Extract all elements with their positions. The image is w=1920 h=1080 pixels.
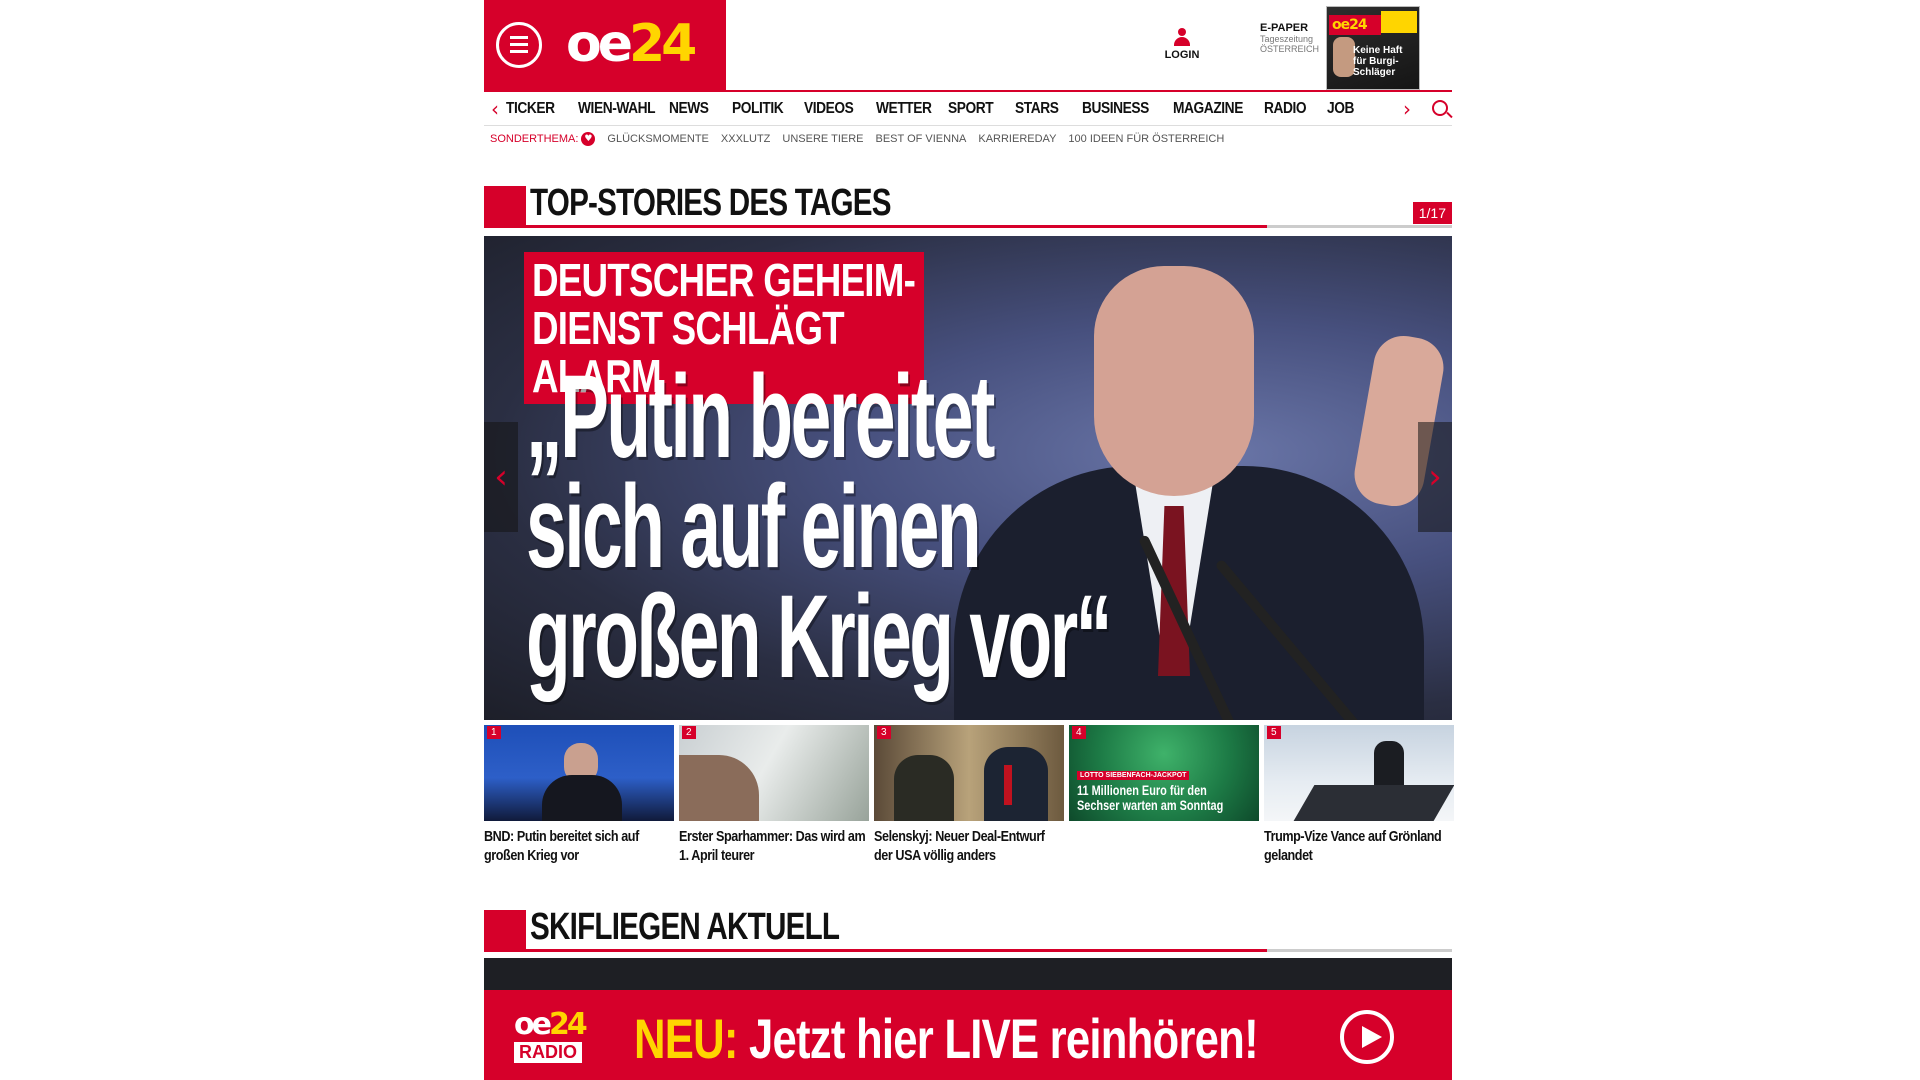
chevron-left-icon[interactable]: ‹ [484, 97, 506, 121]
subnav-item[interactable]: UNSERE TIERE [782, 133, 863, 145]
section-header-skifliegen: SKIFLIEGEN AKTUELL [484, 906, 1452, 952]
nav-item-business[interactable]: BUSINESS [1082, 100, 1161, 118]
teaser-caption: Trump-Vize Vance auf Grönland gelandet [1264, 828, 1442, 864]
teaser-item[interactable]: 1 BND: Putin bereitet sich auf großen Kr… [484, 725, 674, 865]
subnav-item[interactable]: XXXLUTZ [721, 133, 771, 145]
heart-icon: ♥ [581, 132, 596, 146]
section-rule [526, 949, 1452, 952]
section-title: TOP-STORIES DES TAGES [530, 182, 892, 224]
teaser-image: LOTTO SIEBENFACH-JACKPOT 11 Millionen Eu… [1069, 725, 1259, 821]
nav-item-videos[interactable]: VIDEOS [804, 100, 867, 118]
teaser-photo-stairs [1293, 785, 1454, 821]
nav-item-news[interactable]: NEWS [669, 100, 724, 118]
hero-story[interactable]: DEUTSCHER GEHEIM-DIENST SCHLÄGT ALARM „P… [484, 236, 1452, 720]
nav-item-job[interactable]: JOB [1327, 100, 1382, 118]
section-title: SKIFLIEGEN AKTUELL [530, 906, 840, 948]
login-button[interactable]: LOGIN [1162, 28, 1202, 61]
nav-item-wetter[interactable]: WETTER [876, 100, 939, 118]
login-label: LOGIN [1164, 49, 1200, 61]
teaser-item[interactable]: LOTTO SIEBENFACH-JACKPOT 11 Millionen Eu… [1069, 725, 1259, 865]
section-rule [526, 225, 1452, 228]
radio-logo: oe24 RADIO [514, 1007, 588, 1063]
content-column: oe24 LOGIN E-PAPER Tageszeitung ÖSTERREI… [484, 0, 1454, 998]
epaper-subtitle: Tageszeitung [1260, 34, 1314, 44]
teaser-image: 3 [874, 725, 1064, 821]
teaser-photo-body [542, 775, 622, 821]
sub-nav: SONDERTHEMA: ♥ GLÜCKSMOMENTE XXXLUTZ UNSE… [484, 126, 1452, 152]
nav-item-ticker[interactable]: TICKER [506, 100, 569, 118]
epaper-title: E-PAPER [1260, 22, 1309, 34]
section-marker [484, 910, 526, 952]
site-logo[interactable]: oe24 [566, 14, 697, 74]
subnav-item[interactable]: BEST OF VIENNA [876, 133, 967, 145]
cover-headline: Keine Haft für Burgi-Schläger [1353, 45, 1403, 78]
epaper-subtitle-2: ÖSTERREICH [1260, 44, 1320, 54]
teaser-caption: Selenskyj: Neuer Deal-Entwurf der USA vö… [874, 828, 1045, 864]
nav-item-sport[interactable]: SPORT [948, 100, 1006, 118]
main-nav: ‹ TICKER WIEN-WAHL NEWS POLITIK VIDEOS W… [484, 90, 1452, 126]
slider-prev-icon[interactable]: ‹ [484, 422, 518, 532]
teaser-caption: BND: Putin bereitet sich auf großen Krie… [484, 828, 639, 864]
section-header-top-stories: TOP-STORIES DES TAGES 1/17 [484, 182, 1452, 228]
nav-item-stars[interactable]: STARS [1015, 100, 1073, 118]
teaser-item[interactable]: 2 Erster Sparhammer: Das wird am 1. Apri… [679, 725, 869, 865]
subnav-item[interactable]: 100 IDEEN FÜR ÖSTERREICH [1068, 133, 1224, 145]
search-icon[interactable] [1432, 100, 1448, 116]
teaser-image: 5 [1264, 725, 1454, 821]
section-marker [484, 186, 526, 228]
teaser-photo-person-left [894, 755, 954, 821]
epaper-link[interactable]: E-PAPER Tageszeitung ÖSTERREICH [1260, 22, 1319, 54]
nav-item-politik[interactable]: POLITIK [732, 100, 795, 118]
hero-headline: „Putin bereitet sich auf einen großen Kr… [526, 351, 1112, 703]
teaser-overlay-tag: LOTTO SIEBENFACH-JACKPOT [1077, 771, 1190, 780]
cover-masthead: oe24 [1329, 15, 1381, 35]
teaser-item[interactable]: 5 Trump-Vize Vance auf Grönland gelandet [1264, 725, 1454, 865]
slider-next-icon[interactable]: › [1418, 422, 1452, 532]
radio-logo-label: RADIO [514, 1042, 582, 1063]
epaper-cover-image[interactable]: oe24 Keine Haft für Burgi-Schläger [1326, 6, 1420, 90]
nav-item-wien-wahl[interactable]: WIEN-WAHL [578, 100, 657, 118]
play-icon[interactable] [1340, 1010, 1394, 1064]
nav-items: TICKER WIEN-WAHL NEWS POLITIK VIDEOS WET… [506, 100, 1396, 118]
user-icon [1174, 28, 1190, 46]
teaser-row: 1 BND: Putin bereitet sich auf großen Kr… [484, 725, 1454, 865]
teaser-overlay-text: 11 Millionen Euro für den Sechser warten… [1077, 782, 1224, 813]
cover-yellow-tag [1381, 11, 1417, 33]
teaser-number: 1 [487, 726, 501, 739]
teaser-caption: Erster Sparhammer: Das wird am 1. April … [679, 828, 866, 864]
logo-box: oe24 [484, 0, 726, 90]
radio-banner[interactable]: oe24 RADIO NEU: Jetzt hier LIVE reinhöre… [484, 990, 1452, 1080]
subnav-item[interactable]: GLÜCKSMOMENTE [607, 133, 708, 145]
nav-item-magazine[interactable]: MAGAZINE [1173, 100, 1252, 118]
teaser-number: 5 [1267, 726, 1281, 739]
nav-item-radio[interactable]: RADIO [1264, 100, 1319, 118]
teaser-number: 2 [682, 726, 696, 739]
teaser-image: 1 [484, 725, 674, 821]
teaser-number: 3 [877, 726, 891, 739]
radio-banner-text: NEU: Jetzt hier LIVE reinhören! [634, 1006, 1259, 1071]
site-header: oe24 LOGIN E-PAPER Tageszeitung ÖSTERREI… [484, 0, 1452, 90]
radio-banner-main: Jetzt hier LIVE reinhören! [749, 1007, 1259, 1070]
radio-banner-accent: NEU: [634, 1007, 738, 1070]
teaser-photo-face [679, 755, 759, 821]
special-topic-label: SONDERTHEMA: ♥ [490, 132, 596, 146]
menu-icon[interactable] [496, 22, 542, 68]
teaser-number: 4 [1072, 726, 1086, 739]
cover-photo [1333, 37, 1355, 77]
teaser-photo-tie [1004, 765, 1012, 805]
teaser-image: 2 [679, 725, 869, 821]
teaser-item[interactable]: 3 Selenskyj: Neuer Deal-Entwurf der USA … [874, 725, 1064, 865]
subnav-item[interactable]: KARRIEREDAY [978, 133, 1056, 145]
page: oe24 LOGIN E-PAPER Tageszeitung ÖSTERREI… [0, 0, 1920, 1080]
slide-counter: 1/17 [1412, 202, 1452, 224]
teaser-photo-person-right [984, 747, 1048, 821]
chevron-right-icon[interactable]: › [1396, 97, 1418, 121]
